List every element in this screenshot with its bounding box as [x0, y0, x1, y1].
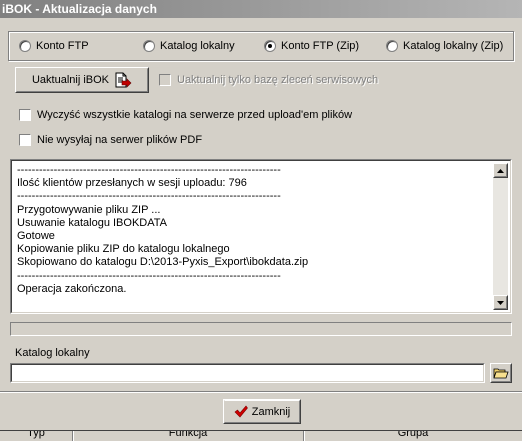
close-button[interactable]: Zamknij: [223, 399, 301, 424]
local-catalog-label: Katalog lokalny: [15, 347, 90, 359]
arrow-up-icon: [497, 168, 504, 173]
radio-circle[interactable]: [386, 40, 398, 52]
radio-katalog-lokalny[interactable]: Katalog lokalny: [143, 39, 235, 53]
no-pdf-checkbox[interactable]: [19, 134, 31, 146]
clear-catalogs-label: Wyczyść wszystkie katalogi na serwerze p…: [37, 109, 353, 121]
local-catalog-value: [11, 364, 484, 382]
radio-konto-ftp-zip[interactable]: Konto FTP (Zip): [264, 39, 359, 53]
folder-open-icon: [493, 368, 509, 379]
update-ibok-button[interactable]: Uaktualnij iBOK: [15, 67, 149, 93]
background-grid-header: Typ Funkcja Grupa: [0, 430, 522, 441]
log-text: ----------------------------------------…: [17, 164, 309, 295]
radio-katalog-lokalny-zip[interactable]: Katalog lokalny (Zip): [386, 39, 503, 53]
window-title: iBOK - Aktualizacja danych: [2, 2, 157, 16]
radio-label: Katalog lokalny (Zip): [403, 40, 504, 52]
radio-circle[interactable]: [143, 40, 155, 52]
no-pdf-label: Nie wysyłaj na serwer plików PDF: [37, 134, 203, 146]
radio-konto-ftp[interactable]: Konto FTP: [19, 39, 89, 53]
radio-label: Konto FTP (Zip): [281, 40, 360, 52]
only-service-orders-option: Uaktualnij tylko bazę zleceń serwisowych: [159, 73, 378, 87]
scroll-up-button[interactable]: [493, 163, 508, 178]
update-button-label: Uaktualnij iBOK: [31, 74, 110, 86]
radio-circle-selected[interactable]: [264, 40, 276, 52]
clear-catalogs-checkbox[interactable]: [19, 109, 31, 121]
dialog-client: Konto FTP Katalog lokalny Konto FTP (Zip…: [0, 18, 522, 430]
radio-circle[interactable]: [19, 40, 31, 52]
no-pdf-option[interactable]: Nie wysyłaj na serwer plików PDF: [19, 133, 202, 147]
upload-progress-bar: [10, 322, 512, 336]
browse-folder-button[interactable]: [490, 363, 512, 383]
log-memo[interactable]: ----------------------------------------…: [10, 159, 512, 314]
only-service-orders-checkbox: [159, 74, 171, 86]
only-service-orders-label: Uaktualnij tylko bazę zleceń serwisowych: [177, 74, 379, 86]
export-arrow-icon: [114, 72, 132, 88]
arrow-down-icon: [497, 300, 504, 305]
radio-label: Konto FTP: [36, 40, 89, 52]
log-scrollbar[interactable]: [493, 163, 508, 310]
checkmark-icon: [234, 405, 248, 418]
radio-label: Katalog lokalny: [160, 40, 235, 52]
close-button-label: Zamknij: [251, 405, 291, 418]
scroll-down-button[interactable]: [493, 295, 508, 310]
window-titlebar[interactable]: iBOK - Aktualizacja danych: [0, 0, 522, 18]
local-catalog-input[interactable]: [10, 363, 485, 383]
clear-catalogs-option[interactable]: Wyczyść wszystkie katalogi na serwerze p…: [19, 108, 352, 122]
